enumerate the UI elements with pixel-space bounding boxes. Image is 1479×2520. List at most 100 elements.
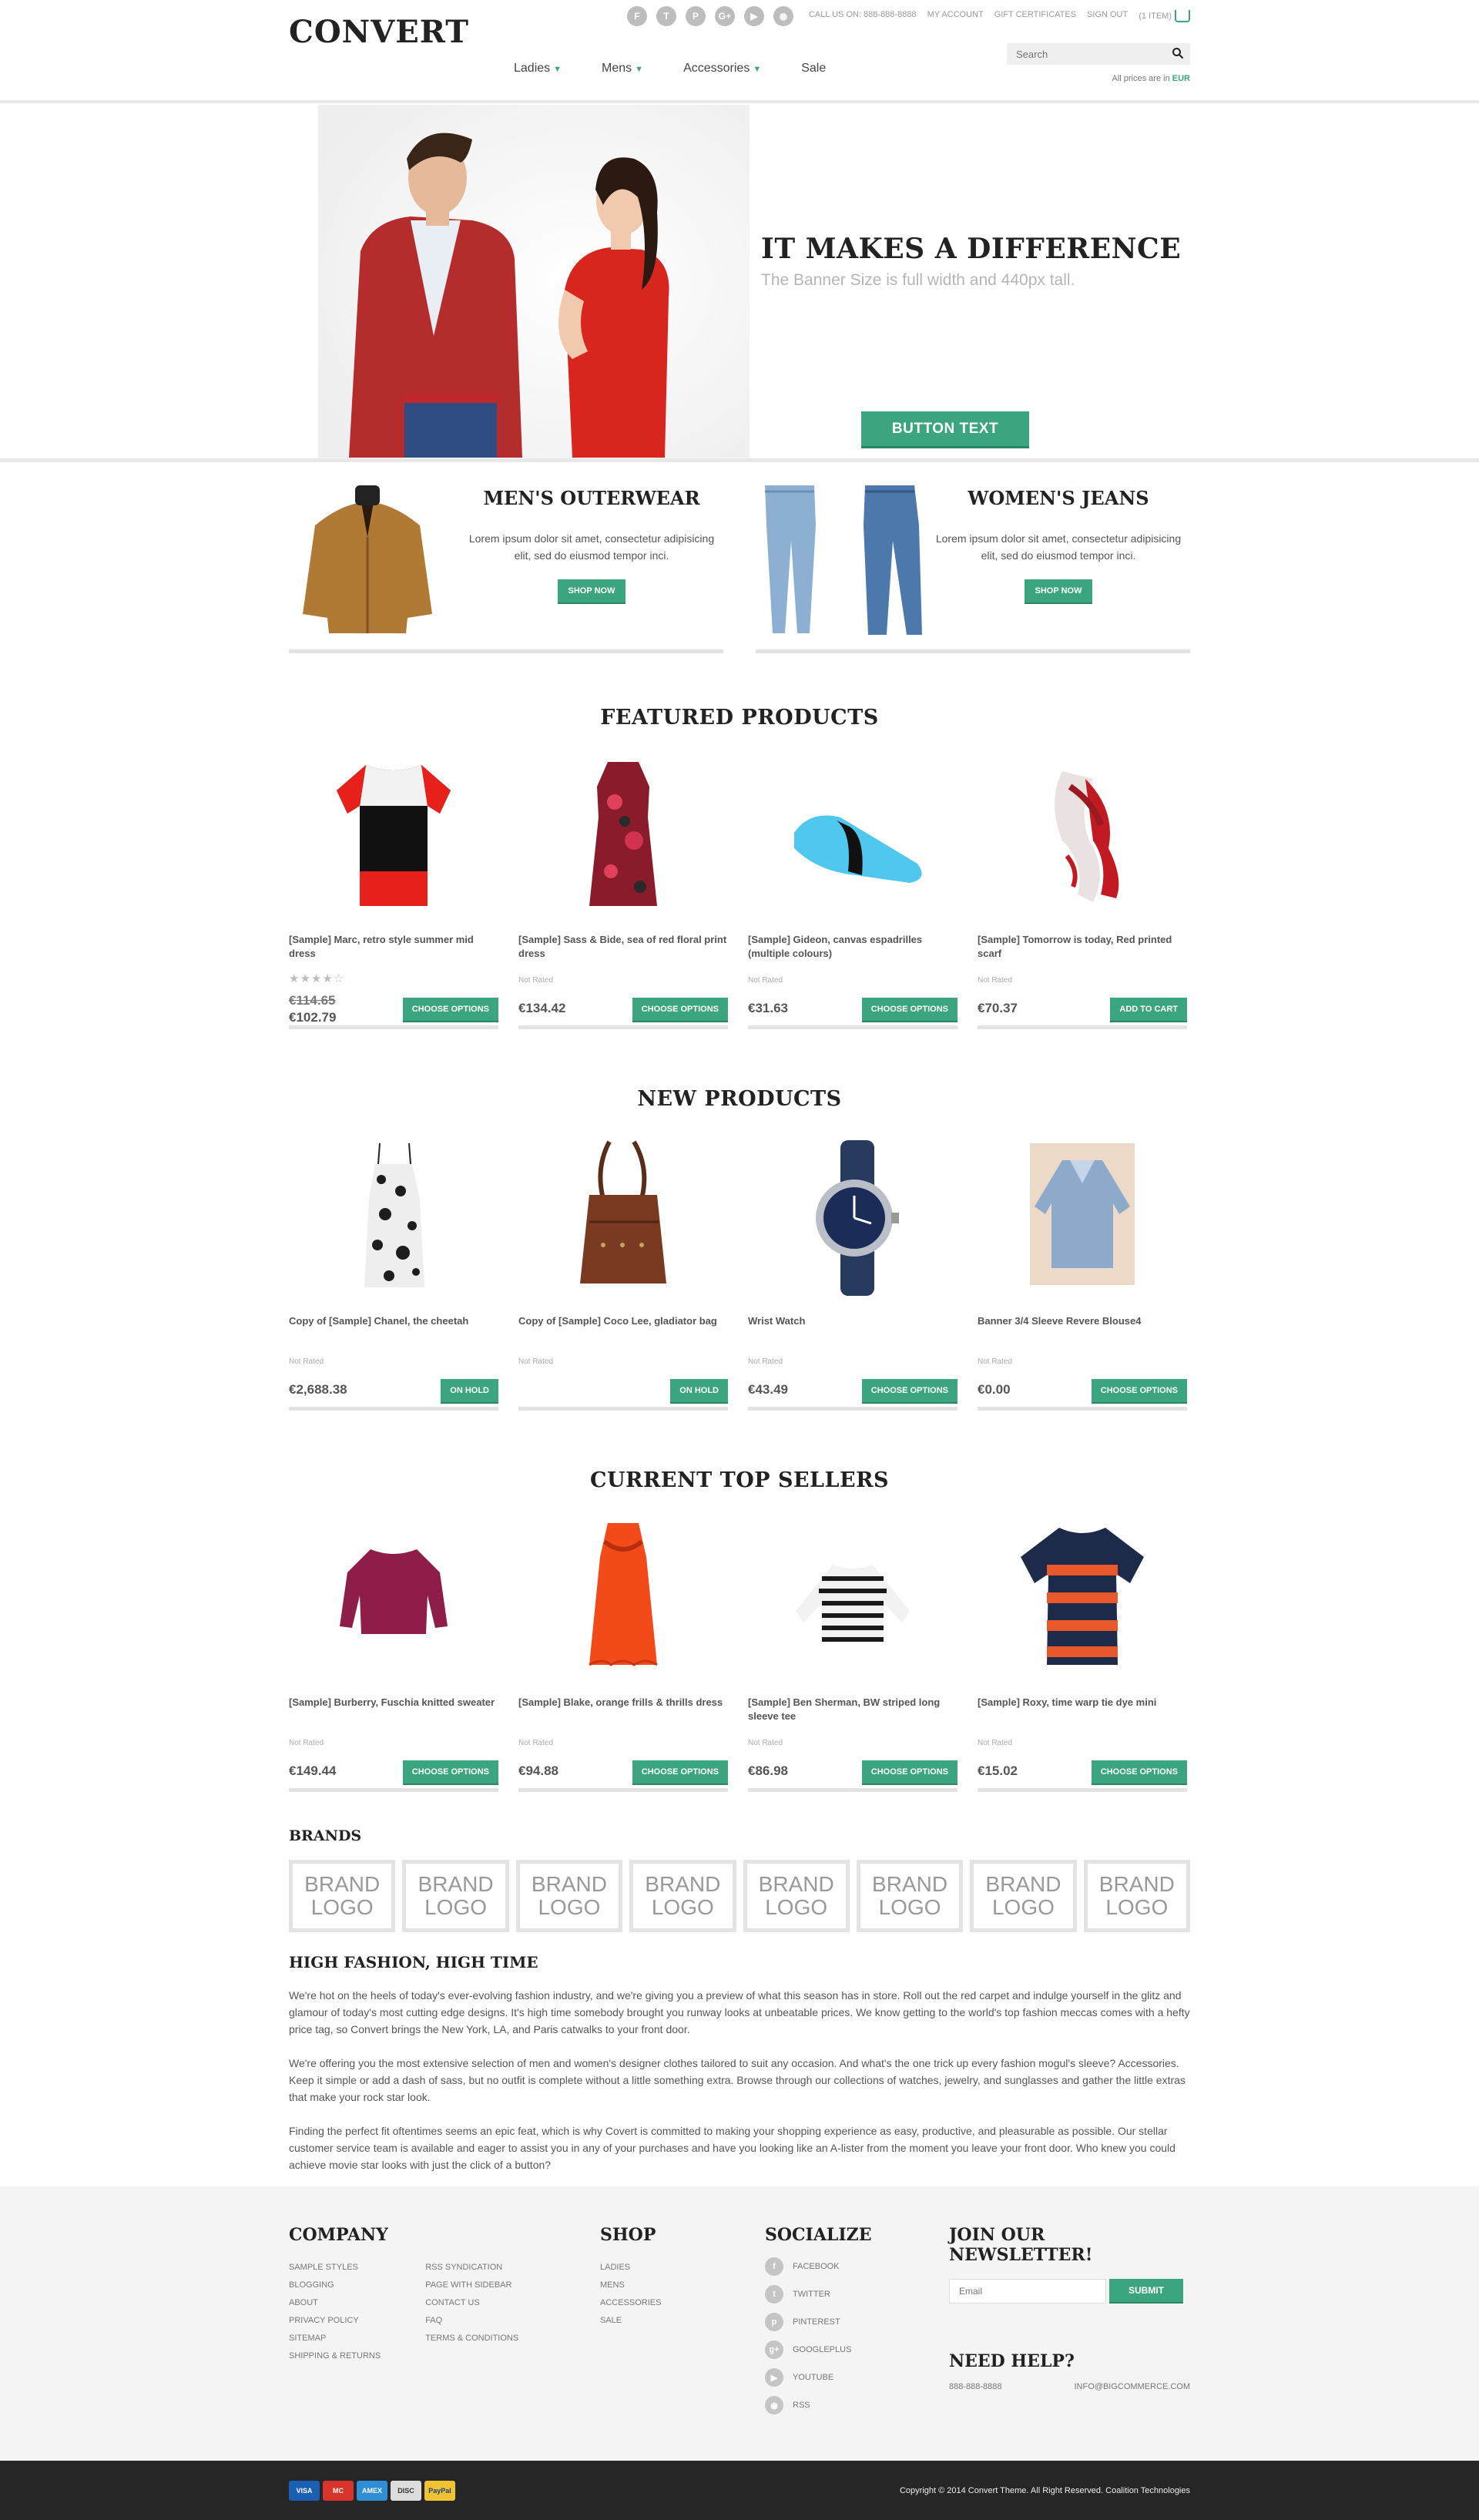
footer-link[interactable]: ABOUT	[289, 2294, 381, 2312]
choose-options-button[interactable]: CHOOSE OPTIONS	[632, 1760, 728, 1785]
gift-certificates-link[interactable]: GIFT CERTIFICATES	[994, 10, 1076, 22]
footer-heading: NEED HELP?	[949, 2351, 1075, 2371]
brand-logo[interactable]: BRAND LOGO	[1083, 1860, 1190, 1932]
sign-out-link[interactable]: SIGN OUT	[1087, 10, 1128, 22]
footer-link[interactable]: FAQ	[425, 2312, 518, 2330]
choose-options-button[interactable]: CHOOSE OPTIONS	[402, 998, 498, 1022]
footer-link[interactable]: LADIES	[600, 2259, 661, 2277]
product-name[interactable]: [Sample] Ben Sherman, BW striped long sl…	[748, 1696, 957, 1723]
site-logo[interactable]: CONVERT	[289, 14, 469, 50]
brand-logo[interactable]: BRAND LOGO	[629, 1860, 736, 1932]
footer-social-facebook[interactable]: f FACEBOOK	[765, 2253, 872, 2280]
product-card[interactable]: [Sample] Sass & Bide, sea of red floral …	[518, 756, 728, 1029]
footer-link[interactable]: PAGE WITH SIDEBAR	[425, 2277, 518, 2294]
product-name[interactable]: Copy of [Sample] Chanel, the cheetah	[289, 1314, 498, 1328]
product-name[interactable]: [Sample] Burberry, Fuschia knitted sweat…	[289, 1696, 498, 1710]
product-price: €149.44	[289, 1763, 337, 1778]
footer-link[interactable]: SHIPPING & RETURNS	[289, 2347, 381, 2365]
product-card[interactable]: Banner 3/4 Sleeve Revere Blouse4 Not Rat…	[978, 1137, 1187, 1411]
newsletter-submit-button[interactable]: SUBMIT	[1109, 2279, 1183, 2304]
footer-social-twitter[interactable]: t TWITTER	[765, 2280, 872, 2308]
googleplus-icon[interactable]: g+	[714, 6, 735, 26]
hero-cta-button[interactable]: BUTTON TEXT	[861, 411, 1029, 448]
brand-logo[interactable]: BRAND LOGO	[856, 1860, 964, 1932]
promo-text: Lorem ipsum dolor sit amet, consectetur …	[468, 532, 715, 562]
product-name[interactable]: [Sample] Sass & Bide, sea of red floral …	[518, 933, 728, 961]
product-image	[589, 762, 657, 906]
product-card[interactable]: [Sample] Roxy, time warp tie dye mini No…	[978, 1518, 1187, 1792]
product-name[interactable]: [Sample] Roxy, time warp tie dye mini	[978, 1696, 1187, 1710]
my-account-link[interactable]: MY ACCOUNT	[927, 10, 984, 22]
promo-womens-jeans[interactable]: WOMEN'S JEANS Lorem ipsum dolor sit amet…	[756, 475, 1190, 653]
nav-item-ladies[interactable]: Ladies ▼	[514, 62, 562, 75]
on-hold-button[interactable]: ON HOLD	[441, 1379, 498, 1404]
brand-logo[interactable]: BRAND LOGO	[743, 1860, 850, 1932]
nav-item-sale[interactable]: Sale	[801, 62, 826, 75]
choose-options-button[interactable]: CHOOSE OPTIONS	[861, 1379, 957, 1404]
product-name[interactable]: [Sample] Blake, orange frills & thrills …	[518, 1696, 728, 1710]
choose-options-button[interactable]: CHOOSE OPTIONS	[1091, 1760, 1187, 1785]
nav-item-accessories[interactable]: Accessories ▼	[683, 62, 761, 75]
product-name[interactable]: [Sample] Gideon, canvas espadrilles (mul…	[748, 933, 957, 961]
product-name[interactable]: [Sample] Marc, retro style summer mid dr…	[289, 933, 498, 961]
footer-link[interactable]: MENS	[600, 2277, 661, 2294]
product-card[interactable]: [Sample] Ben Sherman, BW striped long sl…	[748, 1518, 957, 1792]
add-to-cart-button[interactable]: ADD TO CART	[1110, 998, 1187, 1022]
nav-item-mens[interactable]: Mens ▼	[602, 62, 643, 75]
payment-methods: VISA MC AMEX DISC PayPal	[289, 2480, 455, 2501]
product-card[interactable]: Copy of [Sample] Chanel, the cheetah Not…	[289, 1137, 498, 1411]
shop-now-button[interactable]: SHOP NOW	[1025, 579, 1092, 604]
twitter-icon[interactable]: t	[656, 6, 676, 26]
product-card[interactable]: [Sample] Tomorrow is today, Red printed …	[978, 756, 1187, 1029]
product-name[interactable]: Copy of [Sample] Coco Lee, gladiator bag	[518, 1314, 728, 1328]
footer-link[interactable]: SALE	[600, 2312, 661, 2330]
chevron-down-icon: ▼	[635, 65, 644, 74]
brand-logo[interactable]: BRAND LOGO	[402, 1860, 509, 1932]
rss-icon[interactable]: ◉	[773, 6, 793, 26]
product-card[interactable]: [Sample] Gideon, canvas espadrilles (mul…	[748, 756, 957, 1029]
promo-mens-outerwear[interactable]: MEN'S OUTERWEAR Lorem ipsum dolor sit am…	[289, 475, 723, 653]
brand-logo[interactable]: BRAND LOGO	[515, 1860, 623, 1932]
footer-link[interactable]: ACCESSORIES	[600, 2294, 661, 2312]
rating-text: Not Rated	[518, 1357, 554, 1366]
footer-social-rss[interactable]: ◉ RSS	[765, 2391, 872, 2419]
footer-link[interactable]: SITEMAP	[289, 2330, 381, 2347]
choose-options-button[interactable]: CHOOSE OPTIONS	[1091, 1379, 1187, 1404]
product-card[interactable]: [Sample] Burberry, Fuschia knitted sweat…	[289, 1518, 498, 1792]
shop-now-button[interactable]: SHOP NOW	[558, 579, 625, 604]
footer-social-youtube[interactable]: ▶ YOUTUBE	[765, 2364, 872, 2391]
footer-social-googleplus[interactable]: g+ GOOGLEPLUS	[765, 2336, 872, 2364]
pinterest-icon[interactable]: p	[685, 6, 706, 26]
footer-link[interactable]: PRIVACY POLICY	[289, 2312, 381, 2330]
footer-link[interactable]: SAMPLE STYLES	[289, 2259, 381, 2277]
on-hold-button[interactable]: ON HOLD	[670, 1379, 728, 1404]
product-card[interactable]: [Sample] Marc, retro style summer mid dr…	[289, 756, 498, 1029]
choose-options-button[interactable]: CHOOSE OPTIONS	[632, 998, 728, 1022]
facebook-icon[interactable]: f	[626, 6, 647, 26]
footer-link[interactable]: CONTACT US	[425, 2294, 518, 2312]
cart-link[interactable]: (1 ITEM)	[1139, 10, 1190, 22]
choose-options-button[interactable]: CHOOSE OPTIONS	[402, 1760, 498, 1785]
product-name[interactable]: Wrist Watch	[748, 1314, 957, 1328]
help-email[interactable]: INFO@BIGCOMMERCE.COM	[1075, 2382, 1191, 2391]
footer-link[interactable]: TERMS & CONDITIONS	[425, 2330, 518, 2347]
product-name[interactable]: Banner 3/4 Sleeve Revere Blouse4	[978, 1314, 1187, 1328]
footer-link[interactable]: RSS SYNDICATION	[425, 2259, 518, 2277]
footer-social-pinterest[interactable]: p PINTEREST	[765, 2308, 872, 2336]
brand-logo[interactable]: BRAND LOGO	[289, 1860, 396, 1932]
choose-options-button[interactable]: CHOOSE OPTIONS	[861, 998, 957, 1022]
footer-link[interactable]: BLOGGING	[289, 2277, 381, 2294]
product-name[interactable]: [Sample] Tomorrow is today, Red printed …	[978, 933, 1187, 961]
search-input[interactable]	[1007, 43, 1190, 65]
brand-logo[interactable]: BRAND LOGO	[970, 1860, 1077, 1932]
product-card[interactable]: Copy of [Sample] Coco Lee, gladiator bag…	[518, 1137, 728, 1411]
chevron-down-icon: ▼	[553, 65, 562, 74]
choose-options-button[interactable]: CHOOSE OPTIONS	[861, 1760, 957, 1785]
newsletter-email-input[interactable]	[949, 2279, 1106, 2304]
youtube-icon[interactable]: ▶	[743, 6, 764, 26]
product-card[interactable]: [Sample] Blake, orange frills & thrills …	[518, 1518, 728, 1792]
product-card[interactable]: Wrist Watch Not Rated €43.49 CHOOSE OPTI…	[748, 1137, 957, 1411]
search-icon[interactable]	[1172, 47, 1184, 59]
bottom-bar: VISA MC AMEX DISC PayPal Copyright © 201…	[0, 2461, 1479, 2520]
currency-selector[interactable]: EUR	[1172, 74, 1190, 83]
